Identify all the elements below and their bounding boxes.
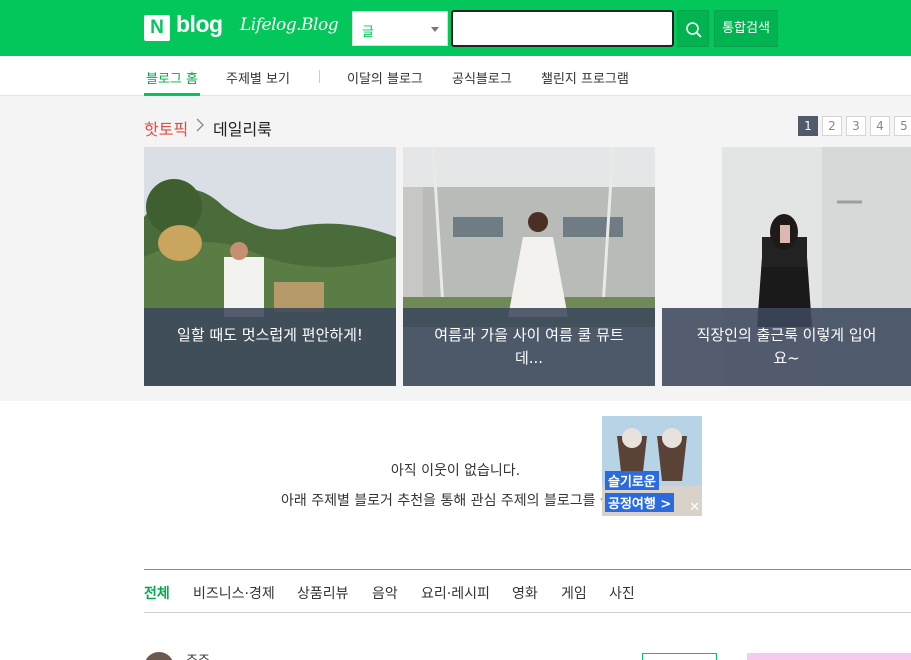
hot-topic-name[interactable]: 데일리룩 (213, 116, 272, 140)
main-nav: 블로그 홈 주제별 보기 이달의 블로그 공식블로그 챌린지 프로그램 (0, 56, 911, 96)
post-thumbnail[interactable] (747, 653, 911, 660)
total-search-button[interactable]: 통합검색 (714, 10, 778, 47)
hot-topic-section: 핫토픽 데일리룩 1 2 3 4 5 일할 때도 멋스럽게 편안하게! 여름과 … (0, 96, 911, 401)
lifelog-blog-logo[interactable]: Lifelog.Blog (240, 15, 339, 35)
card-caption: 직장인의 출근룩 이렇게 입어요~ (662, 308, 911, 386)
chevron-right-icon (196, 118, 204, 132)
blogger-name[interactable]: 주주 (186, 650, 210, 660)
search-scope-label: 글 (362, 25, 374, 40)
tab-game[interactable]: 게임 (561, 583, 587, 603)
avatar[interactable] (144, 652, 174, 660)
chevron-down-icon (431, 27, 439, 32)
tab-product-review[interactable]: 상품리뷰 (297, 583, 349, 603)
ad-banner[interactable]: 슬기로운 공정여행 > ✕ (602, 416, 702, 516)
nav-blog-home[interactable]: 블로그 홈 (146, 68, 198, 87)
nav-official-blog[interactable]: 공식블로그 (452, 68, 512, 87)
nav-monthly-blog[interactable]: 이달의 블로그 (347, 68, 423, 87)
pager-page-1[interactable]: 1 (798, 116, 818, 136)
ad-text-line1: 슬기로운 (605, 471, 659, 490)
topic-category-tabs: 전체 비즈니스·경제 상품리뷰 음악 요리·레시피 영화 게임 사진 (144, 569, 911, 613)
search-icon (686, 22, 702, 38)
ad-text-line2: 공정여행 > (605, 493, 675, 512)
search-input[interactable] (451, 10, 674, 47)
search-scope-select[interactable]: 글 (352, 11, 448, 46)
add-neighbor-button[interactable] (642, 653, 717, 660)
card-caption: 여름과 가을 사이 여름 쿨 뮤트 데... (403, 308, 655, 386)
search-button[interactable] (677, 10, 709, 47)
card-caption: 일할 때도 멋스럽게 편안하게! (144, 308, 396, 386)
hot-topic-card[interactable]: 여름과 가을 사이 여름 쿨 뮤트 데... (403, 147, 655, 386)
tab-music[interactable]: 음악 (372, 583, 398, 603)
nav-divider (319, 70, 320, 83)
naver-logo[interactable]: N (144, 15, 170, 41)
hot-topic-label[interactable]: 핫토픽 (144, 116, 188, 140)
top-header: N blog Lifelog.Blog 글 통합검색 (0, 0, 911, 56)
tab-movie[interactable]: 영화 (512, 583, 538, 603)
nav-topic-view[interactable]: 주제별 보기 (226, 68, 290, 87)
nav-challenge-program[interactable]: 챌린지 프로그램 (541, 68, 629, 87)
pager-page-2[interactable]: 2 (822, 116, 842, 136)
blog-logo[interactable]: blog (176, 11, 223, 38)
hot-topic-card[interactable]: 일할 때도 멋스럽게 편안하게! (144, 147, 396, 386)
no-neighbors-title: 아직 이웃이 없습니다. (390, 463, 521, 479)
tab-photo[interactable]: 사진 (609, 583, 635, 603)
tab-all[interactable]: 전체 (144, 583, 170, 603)
pager-page-5[interactable]: 5 (894, 116, 911, 136)
tab-business-economy[interactable]: 비즈니스·경제 (193, 583, 275, 603)
pager-page-3[interactable]: 3 (846, 116, 866, 136)
pager-page-4[interactable]: 4 (870, 116, 890, 136)
tab-cooking-recipe[interactable]: 요리·레시피 (421, 583, 490, 603)
hot-topic-card[interactable]: 직장인의 출근룩 이렇게 입어요~ (662, 147, 911, 386)
close-icon[interactable]: ✕ (689, 500, 700, 515)
